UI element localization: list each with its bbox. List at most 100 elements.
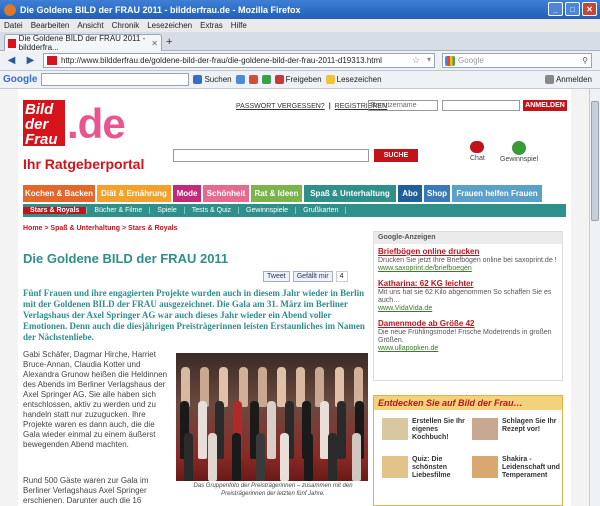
gewinnspiel-label: Gewinnspiel	[500, 156, 539, 163]
firefox-icon	[4, 3, 16, 16]
menu-chronik[interactable]: Chronik	[112, 21, 140, 30]
search-placeholder: Google	[458, 56, 484, 65]
tweet-button[interactable]: Tweet	[263, 271, 290, 282]
tab-active[interactable]: Die Goldene BILD der FRAU 2011 - bildder…	[4, 34, 162, 52]
ad-title[interactable]: Katharina: 62 KG leichter	[378, 279, 558, 288]
photo-caption: Das Gruppenfoto der Preisträgerinnen – z…	[193, 483, 353, 497]
nav-spass[interactable]: Spaß & Unterhaltung	[304, 185, 396, 202]
google-suchen-button[interactable]: Suchen	[193, 75, 232, 84]
site-search-button[interactable]: SUCHE	[374, 149, 418, 162]
nav-kochen[interactable]: Kochen & Backen	[23, 185, 95, 202]
favicon-icon	[8, 38, 16, 48]
rezept-thumbnail[interactable]	[472, 418, 498, 440]
tab-close-icon[interactable]: ✕	[151, 39, 158, 48]
subnav-buecher-filme[interactable]: Bücher & Filme	[87, 207, 151, 214]
gewinnspiel-link[interactable]: Gewinnspiel	[500, 141, 538, 163]
nav-shop[interactable]: Shop	[424, 185, 450, 202]
nav-rat-ideen[interactable]: Rat & Ideen	[251, 185, 302, 202]
ad-link[interactable]: www.VidaVida.de	[378, 305, 558, 312]
menu-datei[interactable]: Datei	[4, 21, 23, 30]
google-freigeben-button[interactable]: Freigeben	[274, 75, 322, 84]
minimize-button[interactable]: _	[548, 2, 563, 16]
url-text: http://www.bildderfrau.de/goldene-bild-d…	[61, 56, 382, 65]
chat-icon	[470, 141, 485, 153]
menu-lesezeichen[interactable]: Lesezeichen	[147, 21, 192, 30]
nav-mode[interactable]: Mode	[173, 185, 201, 202]
forward-icon[interactable]: ▶	[22, 54, 39, 68]
shakira-thumbnail[interactable]	[472, 456, 498, 478]
nav-diaet[interactable]: Diät & Ernährung	[97, 185, 171, 202]
group-photo[interactable]	[176, 353, 368, 481]
ad-item[interactable]: Briefbögen online drucken Drucken Sie je…	[374, 244, 562, 272]
ad-item[interactable]: Katharina: 62 KG leichter Mit uns hat si…	[374, 276, 562, 312]
entdecken-item-quiz[interactable]: Quiz: Die schönsten Liebesfilme	[412, 456, 466, 480]
ad-title[interactable]: Damenmode ab Größe 42	[378, 319, 558, 328]
url-bar[interactable]: http://www.bildderfrau.de/goldene-bild-d…	[43, 53, 435, 68]
google-toolbar: Google Suchen Freigeben Lesezeichen Anme…	[0, 71, 600, 89]
ad-link[interactable]: www.ullapopken.de	[378, 345, 558, 352]
search-icon[interactable]: ⚲	[582, 56, 588, 65]
freigeben-label: Freigeben	[285, 75, 322, 84]
site-search-input[interactable]	[173, 149, 369, 162]
url-dropdown-icon[interactable]: ▾	[427, 55, 431, 64]
password-forgot-link[interactable]: PASSWORT VERGESSEN?	[236, 103, 325, 110]
nav-frauen-helfen[interactable]: Frauen helfen Frauen	[452, 185, 542, 202]
google-toolbar-search-input[interactable]	[41, 73, 190, 86]
scrollbar-thumb[interactable]	[591, 101, 599, 221]
mail-icon[interactable]	[248, 75, 258, 84]
subnav-stars-royals[interactable]: Stars & Royals	[23, 207, 88, 214]
bookmark-star-icon[interactable]: ☆	[412, 55, 420, 66]
site-content: PASSWORT VERGESSEN? | REGISTRIEREN Benut…	[18, 89, 571, 506]
search-bar[interactable]: Google ⚲	[442, 53, 592, 68]
url-favicon-icon	[47, 56, 57, 65]
window-title: Die Goldene BILD der FRAU 2011 - bildder…	[20, 4, 301, 15]
nav-abo[interactable]: Abo	[398, 185, 422, 202]
facebook-like-button[interactable]: Gefällt mir	[292, 271, 333, 282]
username-input[interactable]: Benutzername	[368, 100, 438, 111]
kochbuch-thumbnail[interactable]	[382, 418, 408, 440]
menu-extras[interactable]: Extras	[200, 21, 223, 30]
web-icon[interactable]	[235, 75, 245, 84]
subnav-gewinnspiele[interactable]: Gewinnspiele	[239, 207, 297, 214]
site-logo[interactable]: Bild der Frau .de Ihr Ratgeberportal	[23, 100, 144, 172]
google-anmelden-button[interactable]: Anmelden	[544, 75, 592, 84]
breadcrumb[interactable]: Home > Spaß & Unterhaltung > Stars & Roy…	[23, 225, 177, 232]
subnav-grusskarten[interactable]: Grußkarten	[296, 207, 347, 214]
top-links-separator: |	[328, 103, 331, 110]
wrench-icon	[544, 75, 554, 84]
facebook-like-count: 4	[335, 271, 348, 282]
chat-link[interactable]: Chat	[470, 141, 485, 162]
tab-bar: Die Goldene BILD der FRAU 2011 - bildder…	[0, 32, 600, 52]
new-tab-button[interactable]: +	[166, 36, 172, 48]
menu-bar: Datei Bearbeiten Ansicht Chronik Lesezei…	[0, 19, 600, 32]
entdecken-item-shakira[interactable]: Shakira - Leidenschaft und Temperament	[502, 456, 560, 480]
page-scrollbar[interactable]	[589, 89, 600, 506]
entdecken-item-rezept[interactable]: Schlagen Sie Ihr Rezept vor!	[502, 418, 560, 434]
menu-hilfe[interactable]: Hilfe	[231, 21, 247, 30]
close-button[interactable]: ✕	[582, 2, 597, 16]
quiz-thumbnail[interactable]	[382, 456, 408, 478]
login-button[interactable]: ANMELDEN	[523, 100, 567, 111]
google-logo: Google	[3, 74, 38, 85]
back-icon[interactable]: ◀	[3, 54, 20, 68]
translate-icon[interactable]	[261, 75, 271, 84]
ad-title[interactable]: Briefbögen online drucken	[378, 247, 558, 256]
menu-bearbeiten[interactable]: Bearbeiten	[31, 21, 70, 30]
ad-description: Mit uns hat sie 62 Kilo abgenommen So sc…	[378, 289, 552, 304]
entdecken-box: Entdecken Sie auf Bild der Frau… Erstell…	[373, 395, 563, 506]
google-ads-box: Google-Anzeigen Briefbögen online drucke…	[373, 231, 563, 381]
ad-link[interactable]: www.saxoprint.de/briefboegen	[378, 265, 558, 272]
google-engine-icon	[445, 55, 455, 66]
ad-item[interactable]: Damenmode ab Größe 42 Die neue Frühlings…	[374, 316, 562, 352]
entdecken-item-kochbuch[interactable]: Erstellen Sie Ihr eigenes Kochbuch!	[412, 418, 466, 442]
menu-ansicht[interactable]: Ansicht	[77, 21, 103, 30]
star-icon	[325, 75, 335, 84]
search-icon	[193, 75, 203, 84]
subnav-tests-quiz[interactable]: Tests & Quiz	[185, 207, 240, 214]
subnav-spiele[interactable]: Spiele	[150, 207, 185, 214]
main-navigation: Kochen & Backen Diät & Ernährung Mode Sc…	[23, 185, 566, 202]
password-input[interactable]	[442, 100, 520, 111]
nav-schoenheit[interactable]: Schönheit	[203, 185, 249, 202]
google-lesezeichen-button[interactable]: Lesezeichen	[325, 75, 382, 84]
maximize-button[interactable]: □	[565, 2, 580, 16]
